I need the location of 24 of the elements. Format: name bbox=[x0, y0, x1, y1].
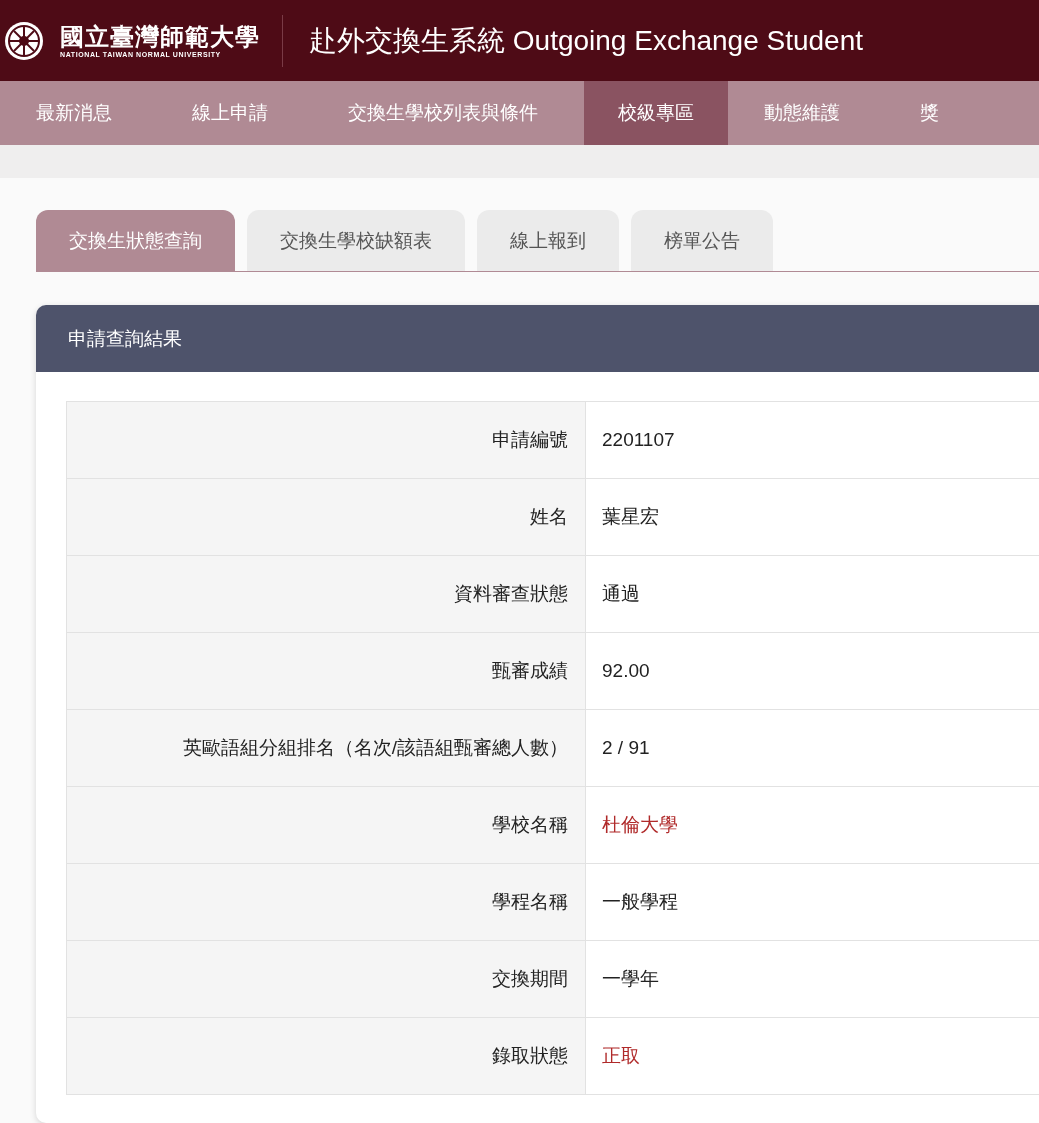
system-title: 赴外交換生系統 Outgoing Exchange Student bbox=[309, 23, 864, 58]
emblem-icon bbox=[4, 20, 44, 61]
field-label: 學校名稱 bbox=[66, 786, 586, 864]
nav-item[interactable]: 交換生學校列表與條件 bbox=[312, 81, 584, 145]
tab[interactable]: 交換生學校缺額表 bbox=[247, 210, 465, 271]
nav-item[interactable]: 動態維護 bbox=[728, 81, 876, 145]
university-name: 國立臺灣師範大學 bbox=[60, 23, 260, 51]
nav-item[interactable]: 校級專區 bbox=[584, 81, 728, 145]
card-title: 申請查詢結果 bbox=[68, 326, 182, 351]
nav-item[interactable]: 最新消息 bbox=[0, 81, 156, 145]
field-label: 錄取狀態 bbox=[66, 1017, 586, 1095]
field-label: 交換期間 bbox=[66, 940, 586, 1018]
field-label: 學程名稱 bbox=[66, 863, 586, 941]
field-label: 申請編號 bbox=[66, 401, 586, 479]
tab[interactable]: 線上報到 bbox=[477, 210, 619, 271]
nav-item[interactable]: 線上申請 bbox=[156, 81, 312, 145]
field-label: 姓名 bbox=[66, 478, 586, 556]
field-value: 2201107 bbox=[585, 401, 1039, 479]
nav-item[interactable]: 獎 bbox=[876, 81, 939, 145]
field-label: 資料審查狀態 bbox=[66, 555, 586, 633]
tab[interactable]: 交換生狀態查詢 bbox=[36, 210, 235, 271]
field-label: 甄審成績 bbox=[66, 632, 586, 710]
tab[interactable]: 榜單公告 bbox=[631, 210, 773, 271]
field-label: 英歐語組分組排名（名次/該語組甄審總人數） bbox=[66, 709, 586, 787]
